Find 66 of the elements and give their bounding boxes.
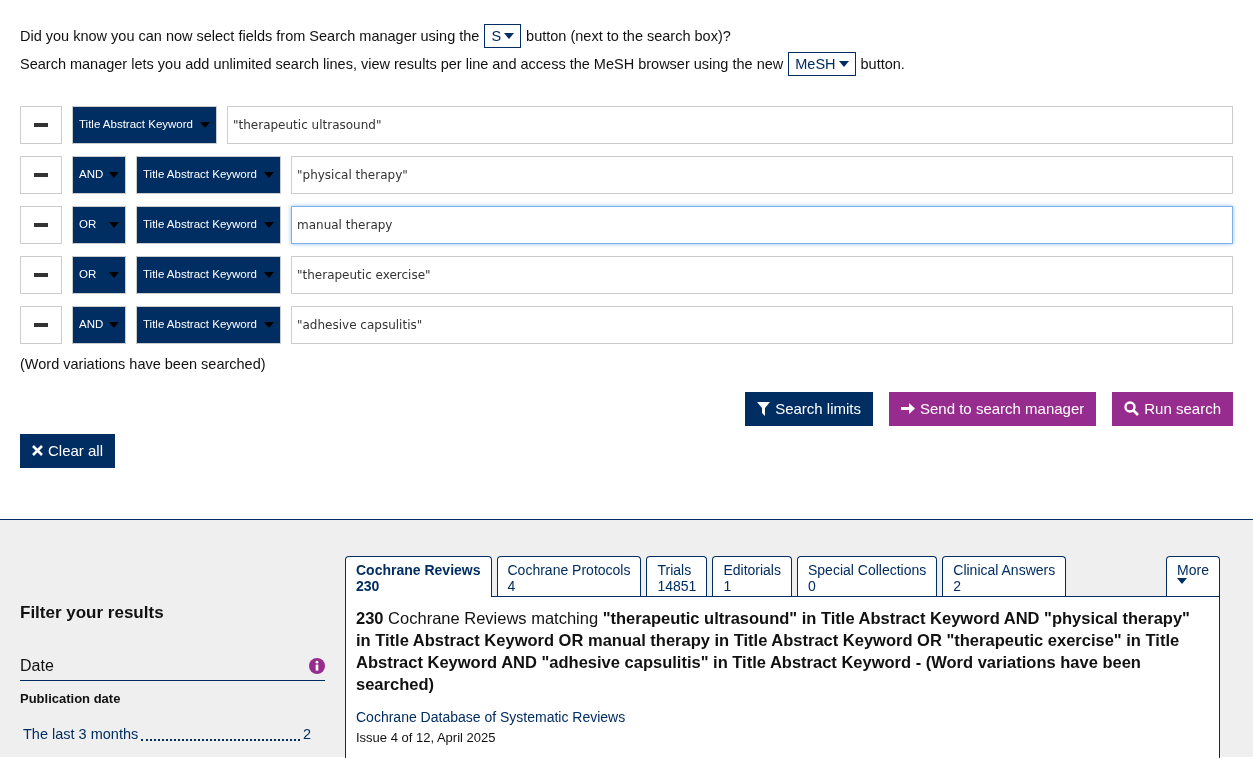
remove-line-button[interactable] (20, 306, 62, 344)
caret-icon (504, 33, 515, 39)
field-select[interactable]: Title Abstract Keyword (72, 106, 217, 144)
tip-button[interactable]: MeSH (788, 52, 856, 76)
caret-icon (838, 61, 849, 67)
result-tab[interactable]: Editorials 1 (712, 556, 792, 596)
note-text: (Word variations have been searched) (20, 355, 267, 374)
field-select[interactable]: Title Abstract Keyword (136, 206, 281, 244)
search-field[interactable]: "adhesive capsulitis" (291, 306, 1233, 344)
result-tab[interactable]: Cochrane Reviews 230 (345, 556, 492, 597)
field-select[interactable]: Title Abstract Keyword (136, 256, 281, 294)
search-field[interactable]: "therapeutic exercise" (291, 256, 1233, 294)
caret-icon (1177, 578, 1188, 584)
minus-icon (34, 173, 48, 177)
minus-icon (34, 273, 48, 277)
remove-line-button[interactable] (20, 156, 62, 194)
minus-icon (34, 323, 48, 327)
search-field[interactable]: "physical therapy" (291, 156, 1233, 194)
send-to-manager-button[interactable]: Send to search manager (889, 391, 1097, 426)
source-link[interactable]: Cochrane Database of Systematic Reviews (356, 707, 626, 728)
tip-text: Search manager lets you add unlimited search lines, view results per line and access the MeSH browser using the new (20, 55, 784, 74)
filter-title: Filter your results (20, 602, 165, 624)
search-icon (1124, 401, 1140, 417)
operator-select[interactable]: AND (72, 306, 126, 344)
run-search-button[interactable]: Run search (1112, 391, 1233, 426)
field-select[interactable]: Title Abstract Keyword (136, 156, 281, 194)
caret-icon (109, 172, 119, 178)
caret-icon (264, 272, 274, 278)
caret-icon (264, 222, 274, 228)
search-field[interactable]: "therapeutic ultrasound" (227, 106, 1233, 144)
operator-select[interactable]: OR (72, 256, 126, 294)
tip-text: button (next to the search box)? (526, 27, 731, 46)
arrow-right-icon (901, 402, 915, 416)
issue-text: Issue 4 of 12, April 2025 (356, 729, 496, 747)
result-tab[interactable]: Special Collections 0 (797, 556, 938, 596)
result-tab[interactable]: Clinical Answers 2 (942, 556, 1067, 596)
remove-line-button[interactable] (20, 256, 62, 294)
close-icon (32, 445, 43, 457)
filter-subheading: Publication date (20, 689, 122, 708)
tip-text: button. (860, 55, 905, 74)
field-select[interactable]: Title Abstract Keyword (136, 306, 281, 344)
minus-icon (34, 123, 48, 127)
caret-icon (109, 272, 119, 278)
tip-button[interactable]: S (484, 24, 522, 48)
result-tab[interactable]: Cochrane Protocols 4 (496, 556, 642, 596)
caret-icon (200, 122, 210, 128)
caret-icon (109, 222, 119, 228)
result-tab[interactable]: Trials 14851 (646, 556, 708, 596)
operator-select[interactable]: OR (72, 206, 126, 244)
remove-line-button[interactable] (20, 106, 62, 144)
more-tab[interactable]: More (1166, 556, 1220, 596)
caret-icon (264, 322, 274, 328)
operator-select[interactable]: AND (72, 156, 126, 194)
tip-text: Did you know you can now select fields from Search manager using the (20, 27, 480, 46)
clear-all-button[interactable]: Clear all (20, 433, 116, 468)
result-heading: 230 Cochrane Reviews matching "therapeutic ultrasound" in Title Abstract Keyword AND "physical therapy" in Title Abstract Keyword OR manual therapy in Title Abstract Keyword OR "therapeutic exercise" in Title Abstract Keyword AND "adhesive capsulitis" in Title Abstract Keyword - (Word variations have been searched) (356, 608, 1191, 695)
info-icon[interactable] (309, 657, 325, 674)
filter-icon (757, 401, 771, 416)
caret-icon (109, 322, 119, 328)
remove-line-button[interactable] (20, 206, 62, 244)
search-field[interactable]: manual therapy (291, 206, 1233, 244)
search-limits-button[interactable]: Search limits (745, 391, 873, 426)
minus-icon (34, 223, 48, 227)
caret-icon (264, 172, 274, 178)
filter-section-heading: Date (20, 655, 54, 676)
filter-option[interactable]: The last 3 months 2 (20, 724, 325, 746)
